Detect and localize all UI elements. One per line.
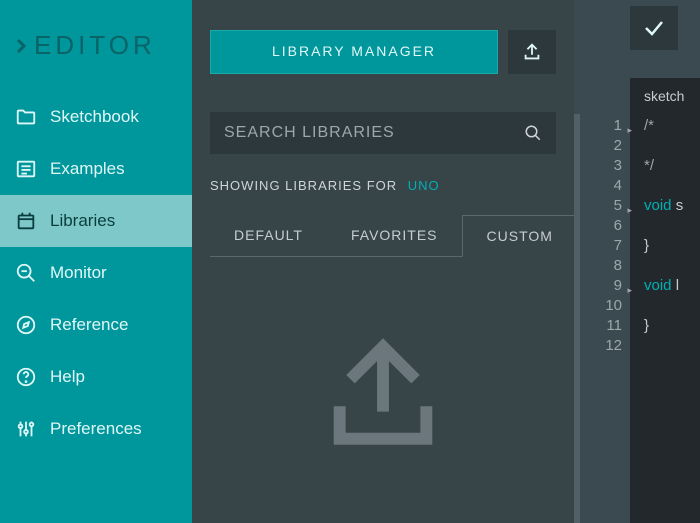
library-panel: LIBRARY MANAGER SHOWING LIBRARIES FOR UN… [192,0,574,523]
chevron-right-icon [12,37,30,55]
list-icon [14,157,38,181]
search-box[interactable] [210,112,556,154]
library-tabs: DEFAULT FAVORITES CUSTOM [210,215,556,257]
search-icon [524,124,542,142]
gutter: 123456789101112 [580,114,630,523]
sidebar-item-label: Preferences [50,419,142,439]
board-link[interactable]: UNO [408,178,440,193]
showing-prefix: SHOWING LIBRARIES FOR [210,178,397,193]
sidebar-item-label: Reference [50,315,128,335]
upload-large-icon [318,325,448,455]
check-icon [642,16,666,40]
sidebar-item-monitor[interactable]: Monitor [0,247,192,299]
code-editor[interactable]: 123456789101112 /* */ void s } void l } [574,114,700,523]
code-content[interactable]: /* */ void s } void l } [630,114,700,523]
sidebar-item-examples[interactable]: Examples [0,143,192,195]
sidebar-item-sketchbook[interactable]: Sketchbook [0,91,192,143]
sidebar-item-label: Help [50,367,85,387]
compass-icon [14,313,38,337]
import-button[interactable] [508,30,556,74]
sidebar-item-preferences[interactable]: Preferences [0,403,192,455]
library-manager-button[interactable]: LIBRARY MANAGER [210,30,498,74]
showing-text: SHOWING LIBRARIES FOR UNO [210,178,556,193]
libraries-icon [14,209,38,233]
sidebar-item-label: Sketchbook [50,107,139,127]
app-title-text: EDITOR [34,30,156,61]
tab-favorites[interactable]: FAVORITES [327,215,462,256]
sidebar-item-label: Monitor [50,263,107,283]
search-input[interactable] [224,124,524,142]
upload-dropzone[interactable] [210,257,556,523]
sidebar-item-label: Libraries [50,211,115,231]
code-area: sket sketch 123456789101112 /* */ void s… [574,0,700,523]
sidebar-item-help[interactable]: Help [0,351,192,403]
app-title: EDITOR [0,30,192,91]
verify-button[interactable] [630,6,678,50]
sidebar-item-label: Examples [50,159,125,179]
folder-icon [14,105,38,129]
upload-icon [521,41,543,63]
sidebar: EDITOR Sketchbook Examples Libraries Mon… [0,0,192,523]
sidebar-item-reference[interactable]: Reference [0,299,192,351]
search-icon [14,261,38,285]
file-tab[interactable]: sketch [630,78,700,114]
sidebar-item-libraries[interactable]: Libraries [0,195,192,247]
tab-default[interactable]: DEFAULT [210,215,327,256]
tab-custom[interactable]: CUSTOM [462,215,578,257]
help-icon [14,365,38,389]
sliders-icon [14,417,38,441]
